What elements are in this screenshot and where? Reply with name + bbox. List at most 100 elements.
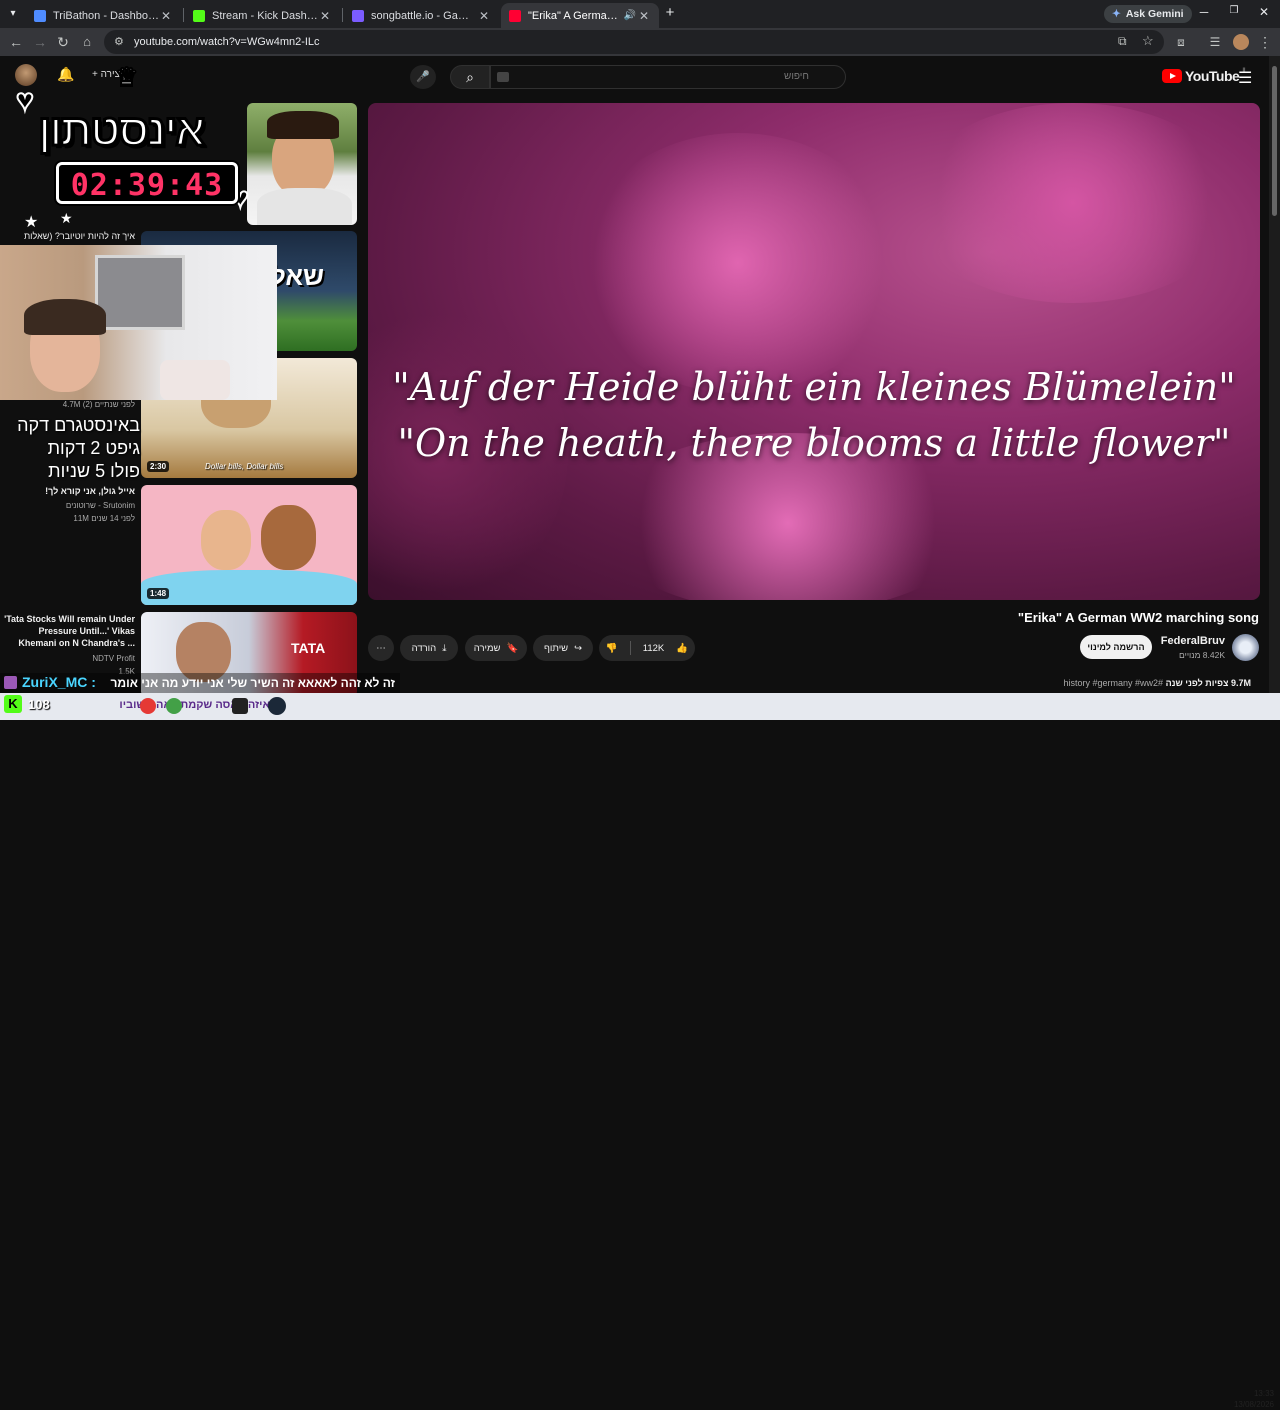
- subathon-timer-box: 02:39:43: [56, 162, 238, 204]
- cast-icon[interactable]: ⧉: [1118, 34, 1127, 49]
- profile-avatar[interactable]: [1233, 34, 1249, 50]
- app-icon[interactable]: [140, 698, 156, 714]
- tata-logo: TATA: [291, 640, 326, 656]
- tab-title: songbattle.io - Game URDXD: [371, 9, 477, 22]
- browser-toolbar: ← → ↻ ⌂ ⚙ youtube.com/watch?v=WGw4mn2-IL…: [0, 28, 1280, 56]
- download-icon: ⤓: [442, 642, 447, 654]
- rec-channel[interactable]: NDTV Profit: [2, 654, 135, 663]
- keyboard-icon[interactable]: [497, 72, 509, 82]
- video-title: "Erika" A German WW2 marching song: [1017, 610, 1259, 625]
- rec-channel[interactable]: Srutonim - שרוטונים: [2, 501, 135, 510]
- kick-logo-icon: K: [4, 695, 22, 713]
- tab-divider: [342, 8, 343, 22]
- steam-icon[interactable]: [268, 697, 286, 715]
- like-count[interactable]: 112K: [643, 643, 664, 654]
- tab-tribathon[interactable]: TriBathon - Dashboard ✕: [26, 3, 181, 28]
- hair-shape: [24, 299, 106, 335]
- chat-username: ZuriX_MC :: [22, 674, 96, 690]
- tab-youtube-erika[interactable]: "Erika" A German WW2 marc 🔊 ✕: [501, 3, 659, 28]
- youtube-logo[interactable]: YouTube IL: [1162, 68, 1247, 84]
- bookmark-icon: 🔖: [506, 642, 519, 654]
- download-button[interactable]: ⤓ הורדה: [400, 635, 458, 661]
- save-button[interactable]: 🔖 שמירה: [465, 635, 527, 661]
- rec-meta: לפני שנתיים (2) 4.7M: [62, 400, 135, 409]
- close-icon[interactable]: ✕: [637, 9, 651, 23]
- youtube-wordmark: YouTube: [1185, 68, 1240, 84]
- subscribe-button[interactable]: הרשמה למינוי: [1080, 635, 1152, 659]
- extensions-icon[interactable]: ⧈: [1172, 33, 1190, 51]
- star-icon: ★: [24, 214, 39, 231]
- close-icon[interactable]: ✕: [318, 9, 332, 23]
- menu-dots-icon[interactable]: ⋮: [1256, 33, 1274, 51]
- youtube-watch-page: 🔔 + יצירה 🎤 ⌕ YouTube IL ☰ שאל Dollar bi…: [0, 56, 1280, 693]
- video-player[interactable]: "Auf der Heide blüht ein kleines Blümele…: [368, 103, 1260, 600]
- duration-badge: 1:48: [147, 588, 170, 599]
- gemini-icon: ✦: [1112, 8, 1121, 20]
- share-button[interactable]: ↪ שיתוף: [533, 635, 593, 661]
- hamburger-menu-icon[interactable]: ☰: [1238, 68, 1252, 88]
- tab-kick-dashboard[interactable]: Stream - Kick Dashboard ✕: [185, 3, 340, 28]
- new-tab-icon[interactable]: +: [661, 4, 679, 22]
- dislike-icon[interactable]: 👎: [606, 643, 618, 654]
- system-clock[interactable]: 13:33 13/08/2026: [1232, 1388, 1274, 1410]
- cartoon-face: [261, 505, 316, 570]
- home-icon[interactable]: ⌂: [78, 33, 96, 51]
- reading-list-icon[interactable]: ☰: [1206, 33, 1224, 51]
- upload-age: לפני שנה: [1165, 678, 1203, 688]
- close-icon[interactable]: ✕: [477, 9, 491, 23]
- epic-games-icon[interactable]: [232, 698, 248, 714]
- instagram-goals: באינסטגרם דקה גיפט 2 דקות פולו 5 שניות: [4, 414, 140, 483]
- search-icon[interactable]: ⌕: [450, 65, 490, 89]
- subscriber-count: 8.42K מנויים: [1179, 650, 1225, 660]
- close-icon[interactable]: ✕: [159, 9, 173, 23]
- channel-name[interactable]: FederalBruv: [1140, 635, 1225, 647]
- like-icon[interactable]: 👍: [676, 643, 688, 654]
- search-input[interactable]: [609, 71, 809, 82]
- goal-line: באינסטגרם דקה: [17, 415, 140, 435]
- url-text[interactable]: youtube.com/watch?v=WGw4mn2-ILc: [134, 36, 320, 48]
- guest-webcam: [0, 245, 277, 400]
- search-field[interactable]: [490, 65, 846, 89]
- app-icon[interactable]: [166, 698, 182, 714]
- restore-icon[interactable]: ❐: [1224, 5, 1244, 16]
- channel-avatar[interactable]: [1232, 634, 1259, 661]
- rec-title[interactable]: 'Tata Stocks Will remain Under Pressure …: [2, 613, 135, 649]
- rec-meta: לפני 14 שנים 11M: [73, 514, 135, 523]
- flower-cluster: [578, 133, 898, 393]
- hashtags[interactable]: #history #germany #ww2: [1064, 678, 1164, 688]
- forward-icon[interactable]: →: [31, 33, 49, 51]
- minimize-icon[interactable]: ─: [1194, 5, 1214, 19]
- description-summary[interactable]: 9.7M צפיות לפני שנה #history #germany #w…: [1010, 678, 1252, 688]
- site-info-icon[interactable]: ⚙: [114, 35, 124, 48]
- scrollbar-thumb[interactable]: [1272, 66, 1277, 216]
- tab-search-icon[interactable]: ▾: [4, 5, 22, 23]
- voice-search-mic-icon[interactable]: 🎤: [410, 65, 436, 89]
- clock-date: 13/08/2026: [1233, 1400, 1274, 1409]
- thumb-caption: Dollar bills, Dollar bills: [205, 462, 284, 471]
- page-scrollbar[interactable]: [1269, 56, 1280, 693]
- rec-title[interactable]: איך זה להיות יוטיובר? (שאלות: [2, 231, 135, 241]
- tab-songbattle[interactable]: songbattle.io - Game URDXD ✕: [344, 3, 499, 28]
- stream-overlay-logo: ♛ ♥ ♥ ★ ★ אינסטתון 02:39:43: [10, 61, 268, 231]
- tribathon-icon: [34, 9, 46, 22]
- save-label: שמירה: [473, 642, 501, 654]
- rec-title[interactable]: אייל גולן, אני קורא לך!: [2, 486, 135, 496]
- thumb-text: שאל: [271, 261, 325, 291]
- reload-icon[interactable]: ↻: [54, 33, 72, 51]
- star-icon: ★: [60, 210, 73, 226]
- rec-thumbnail[interactable]: 1:48: [141, 485, 357, 605]
- duration-badge: 2:30: [147, 461, 170, 472]
- bookmark-star-icon[interactable]: ☆: [1142, 33, 1154, 49]
- hair-shape: [267, 111, 339, 139]
- address-bar[interactable]: ⚙ youtube.com/watch?v=WGw4mn2-ILc ⧉ ☆: [104, 30, 1164, 54]
- ask-gemini-label: Ask Gemini: [1125, 8, 1184, 20]
- more-dots-icon: ⋯: [376, 642, 386, 654]
- heart-icon: ♥: [15, 83, 35, 118]
- ask-gemini-button[interactable]: ✦ Ask Gemini: [1104, 5, 1192, 23]
- close-window-icon[interactable]: ✕: [1254, 5, 1274, 19]
- kick-icon: [193, 9, 205, 22]
- speaker-icon[interactable]: 🔊: [623, 10, 637, 21]
- view-count: 9.7M צפיות: [1205, 678, 1251, 688]
- more-actions-button[interactable]: ⋯: [368, 635, 394, 661]
- back-icon[interactable]: ←: [7, 33, 25, 51]
